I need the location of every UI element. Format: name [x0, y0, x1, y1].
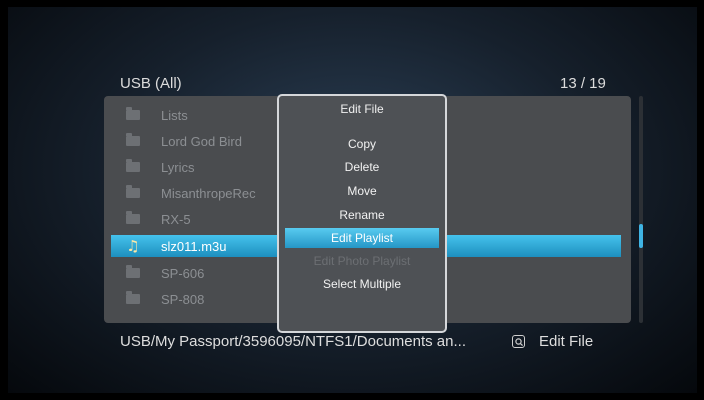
item-counter: 13 / 19	[560, 75, 606, 92]
menu-item-rename[interactable]: Rename	[285, 205, 439, 225]
list-item-label: SP-808	[161, 291, 205, 307]
menu-item-edit-photo-playlist: Edit Photo Playlist	[313, 254, 411, 268]
list-item-label: RX-5	[161, 211, 191, 227]
menu-title: Edit File	[340, 102, 384, 116]
folder-icon	[126, 159, 140, 172]
list-item-label: Lord God Bird	[161, 133, 242, 149]
menu-item-delete[interactable]: Delete	[285, 157, 439, 177]
scrollbar-thumb[interactable]	[639, 224, 643, 248]
list-item-label: slz011.m3u	[161, 238, 227, 254]
folder-icon	[126, 185, 140, 198]
menu-item-select-multiple[interactable]: Select Multiple	[285, 274, 439, 294]
list-item-label: MisanthropeRec	[161, 185, 256, 201]
folder-icon	[126, 107, 140, 120]
search-key-icon	[512, 335, 525, 348]
folder-icon	[126, 133, 140, 146]
folder-icon	[126, 265, 140, 278]
current-path: USB/My Passport/3596095/NTFS1/Documents …	[120, 333, 466, 350]
scrollbar[interactable]	[639, 96, 643, 323]
menu-item-edit-playlist[interactable]: Edit Playlist	[285, 228, 439, 248]
music-note-icon: ♫	[126, 236, 140, 255]
list-item-label: Lyrics	[161, 159, 195, 175]
folder-icon	[126, 211, 140, 224]
edit-file-menu: Edit File Copy Delete Move Rename Edit P…	[277, 94, 447, 333]
menu-item-move[interactable]: Move	[285, 181, 439, 201]
location-title: USB (All)	[120, 75, 182, 92]
list-item-label: SP-606	[161, 265, 205, 281]
edit-file-hint: Edit File	[539, 333, 594, 350]
list-item-label: Lists	[161, 107, 188, 123]
folder-icon	[126, 291, 140, 304]
menu-item-copy[interactable]: Copy	[285, 134, 439, 154]
